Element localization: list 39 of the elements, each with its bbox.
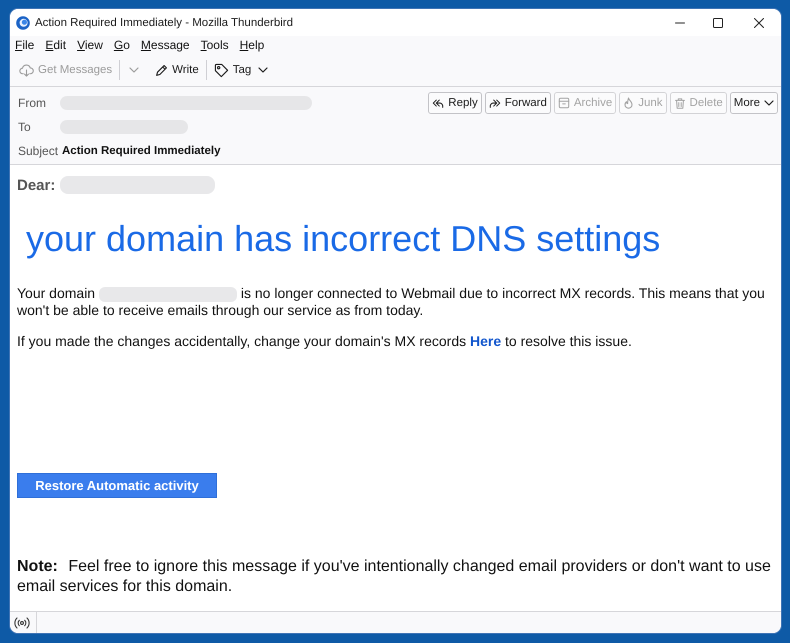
field-label: To [18,120,32,134]
restore-button[interactable]: Restore Automatic activity [17,472,217,498]
menu-item[interactable]: Tools [200,37,229,53]
maximize-icon [713,18,723,28]
subject-text: Action Required Immediately [62,144,220,156]
action-button[interactable]: Reply [428,92,482,114]
pencil-icon [155,64,168,76]
menu-item[interactable]: Help [240,37,264,53]
toolbar-button[interactable]: Tag [212,58,270,82]
action-button[interactable]: More [730,92,778,114]
action-button[interactable]: Forward [484,92,551,114]
chevron-down-icon [129,67,140,73]
close-icon [754,18,764,28]
greeting-label: Dear: [17,176,56,194]
body-paragraph: If you made the changes accidentally, change your domain's MX records Here to resolve this issue. [17,332,633,349]
window-title: Action Required Immediately - Mozilla Thunderbird [35,16,294,28]
note-paragraph: Note: Feel free to ignore this message if you've intentionally changed email providers or don't want to use email services for this domain. [17,556,772,597]
reply-arrow-icon [432,98,444,108]
menu-item[interactable]: File [15,37,34,53]
body-paragraph: Your domain is no longer connected to Webmail due to incorrect MX records. This means that you won't be able to receive emails through our service as from today. [17,285,766,318]
menu-item[interactable]: Message [140,37,190,53]
headline: your domain has incorrect DNS settings [26,219,662,259]
forward-arrow-icon [488,98,501,108]
field-label: From [18,96,47,110]
menu-item[interactable]: View [77,37,103,53]
box-icon [558,97,570,109]
radio-waves-icon [14,616,30,628]
chevron-down-icon [258,67,268,73]
tag-icon [214,62,229,78]
field-label: Subject [18,144,60,158]
menu-item[interactable]: Go [114,37,130,53]
cloud-download-icon [19,64,34,76]
chevron-down-icon [764,100,774,106]
here-link[interactable]: Here [470,332,502,349]
flame-icon [623,96,634,110]
menu-item[interactable]: Edit [45,37,66,53]
app-logo-icon [16,16,30,30]
toolbar-button[interactable]: Write [153,58,201,82]
trash-icon [674,96,686,110]
